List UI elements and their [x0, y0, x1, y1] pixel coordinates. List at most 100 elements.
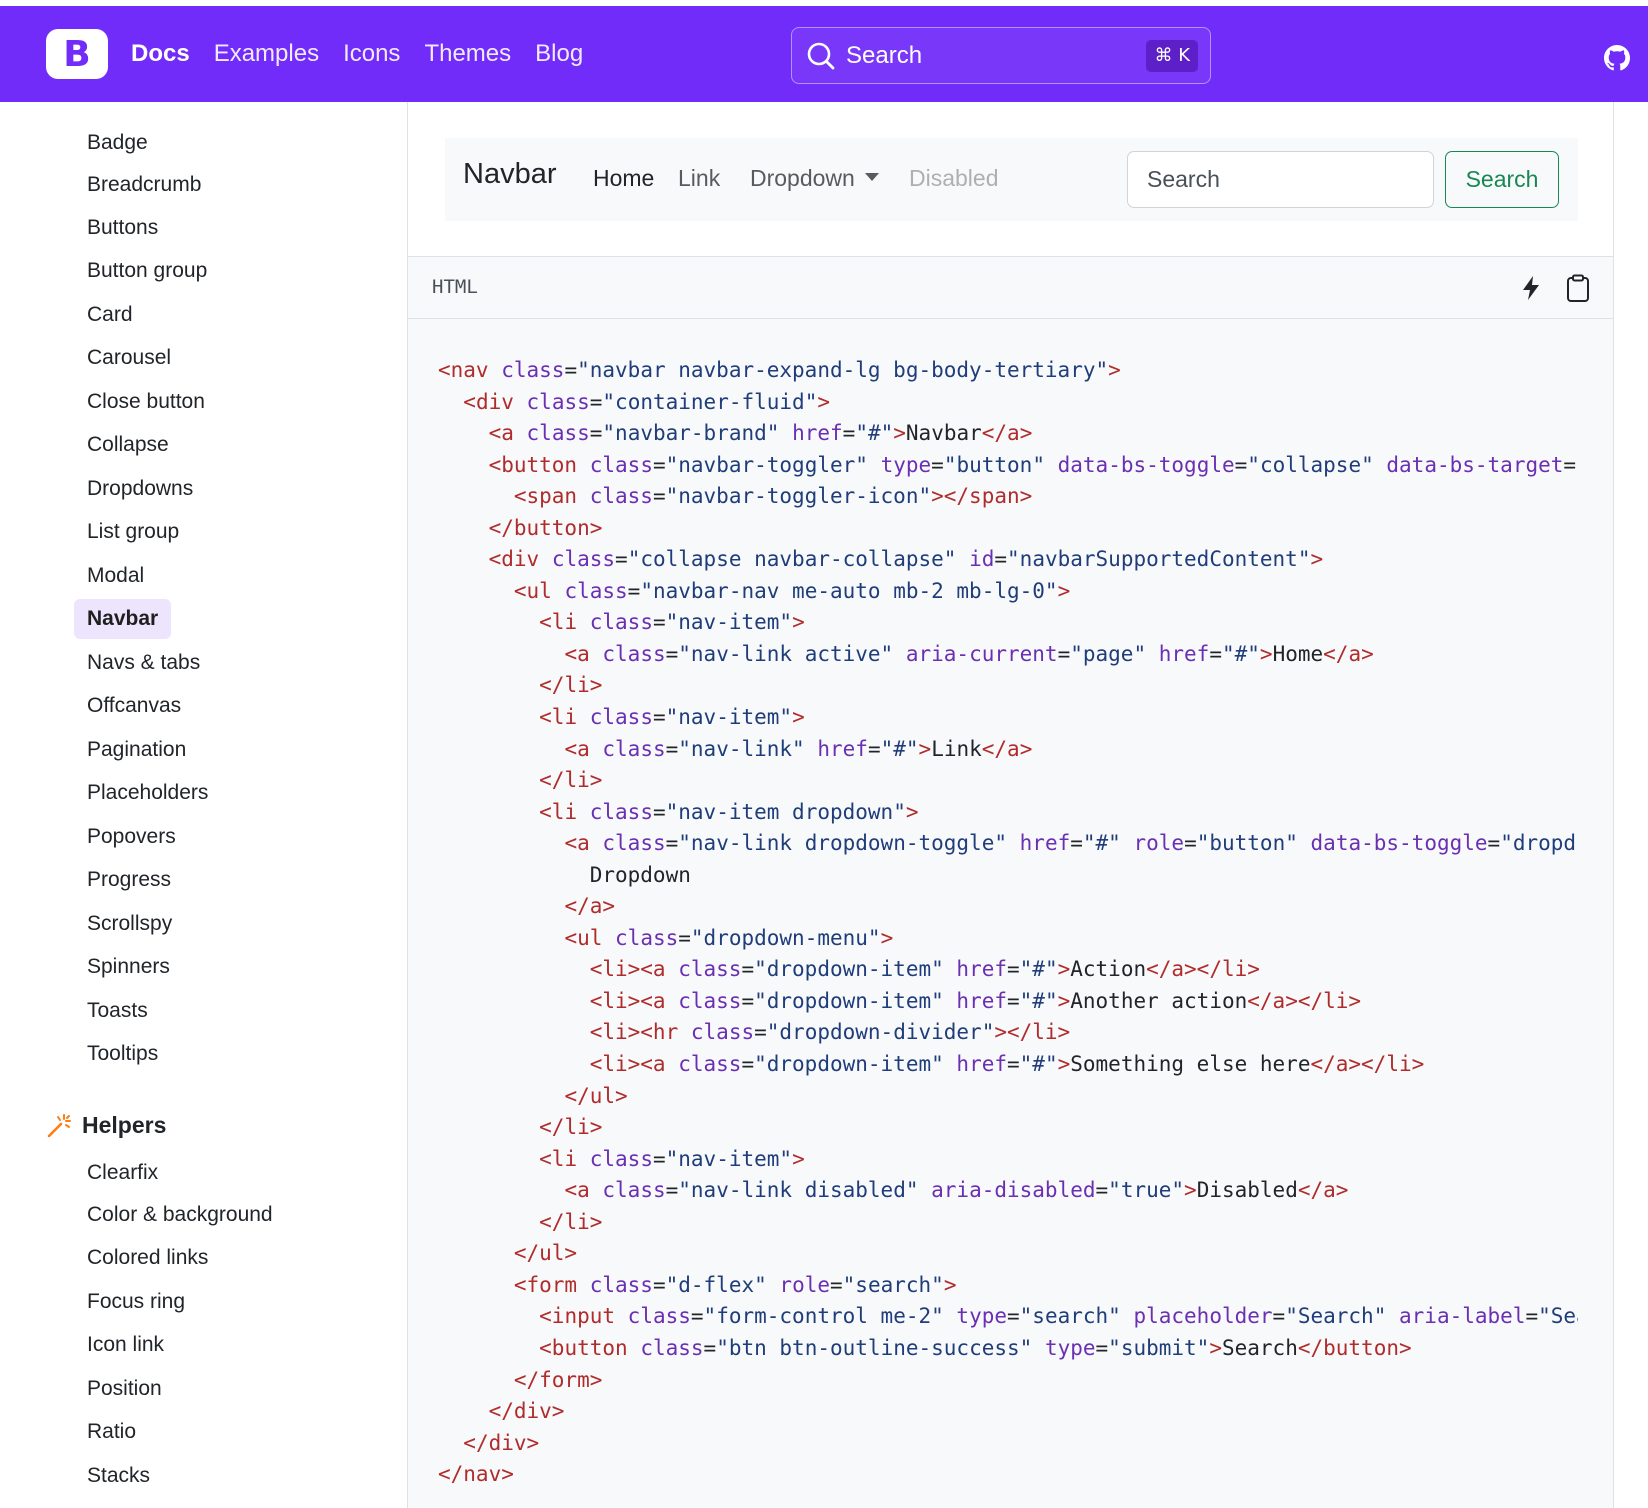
code-token: <button — [488, 452, 578, 477]
code-token: aria-label — [1399, 1304, 1526, 1329]
code-token: "#" — [855, 421, 894, 446]
code-token: "#" — [1019, 988, 1058, 1013]
sidebar-item-placeholders[interactable]: Placeholders — [74, 773, 221, 813]
code-line: </ul> — [438, 1238, 1578, 1270]
sidebar-item-icon-link[interactable]: Icon link — [74, 1325, 177, 1365]
demo-search-input[interactable] — [1127, 151, 1434, 208]
sidebar-item-navbar[interactable]: Navbar — [74, 599, 172, 639]
sidebar-item-list-group[interactable]: List group — [74, 512, 192, 552]
sidebar-item-close-button[interactable]: Close button — [74, 382, 218, 422]
github-icon[interactable] — [1604, 45, 1630, 71]
code-token: Something else here — [1070, 1052, 1311, 1077]
code-token: > — [893, 421, 906, 446]
code-token: class — [640, 1335, 704, 1360]
code-line: Dropdown — [438, 860, 1578, 892]
sidebar-item-offcanvas[interactable]: Offcanvas — [74, 686, 194, 726]
clipboard-icon[interactable] — [1566, 274, 1590, 302]
sidebar-item-collapse[interactable]: Collapse — [74, 425, 182, 465]
demo-navbar: Navbar Home Link Dropdown Disabled Searc… — [445, 138, 1578, 221]
nav-link-blog[interactable]: Blog — [535, 34, 583, 74]
sidebar-item-card[interactable]: Card — [74, 295, 146, 335]
code-token: = — [564, 358, 578, 382]
code-line: <li class="nav-item dropdown"> — [438, 797, 1578, 829]
demo-nav-link[interactable]: Link — [678, 165, 720, 192]
nav-link-docs[interactable]: Docs — [131, 34, 190, 74]
bootstrap-logo[interactable]: B — [46, 29, 108, 79]
nav-link-icons[interactable]: Icons — [343, 34, 400, 74]
sidebar-item-color-background[interactable]: Color & background — [74, 1195, 286, 1235]
code-token: = — [652, 452, 666, 477]
demo-nav-dropdown[interactable]: Dropdown — [750, 165, 879, 192]
sidebar-item-scrollspy[interactable]: Scrollspy — [74, 904, 185, 944]
code-token: <li><hr — [589, 1020, 679, 1045]
sidebar-item-tooltips[interactable]: Tooltips — [74, 1034, 171, 1074]
demo-nav-home[interactable]: Home — [593, 165, 654, 192]
code-token: <span — [513, 484, 578, 509]
sidebar-item-focus-ring[interactable]: Focus ring — [74, 1282, 198, 1322]
sidebar-item-stacks[interactable]: Stacks — [74, 1456, 163, 1496]
lightning-icon[interactable] — [1519, 275, 1543, 301]
demo-navbar-brand[interactable]: Navbar — [463, 158, 557, 191]
demo-search-button[interactable]: Search — [1445, 151, 1559, 208]
code-token: = — [994, 547, 1008, 572]
code-token: "navbar-brand" — [602, 421, 780, 446]
sidebar-item-modal[interactable]: Modal — [74, 556, 157, 596]
sidebar-item-dropdowns[interactable]: Dropdowns — [74, 469, 206, 509]
sidebar-item-breadcrumb[interactable]: Breadcrumb — [74, 165, 214, 205]
sidebar-item-ratio[interactable]: Ratio — [74, 1412, 149, 1452]
code-token: <a — [488, 421, 514, 446]
code-language-label: HTML — [432, 276, 478, 298]
sidebar-item-clearfix[interactable]: Clearfix — [74, 1153, 171, 1193]
sidebar-item-popovers[interactable]: Popovers — [74, 817, 189, 857]
nav-link-examples[interactable]: Examples — [214, 34, 319, 74]
code-token: data-bs-target — [1386, 452, 1564, 477]
sidebar-item-button-group[interactable]: Button group — [74, 251, 220, 291]
sidebar-item-carousel[interactable]: Carousel — [74, 338, 184, 378]
code-snippet-header: HTML — [407, 257, 1614, 319]
code-token: = — [690, 1304, 704, 1329]
code-line: </li> — [438, 670, 1578, 702]
code-token: <ul — [513, 578, 552, 603]
code-token: <div — [488, 547, 540, 572]
search-icon — [807, 42, 835, 69]
sidebar-item-spinners[interactable]: Spinners — [74, 947, 183, 987]
sidebar-item-buttons[interactable]: Buttons — [74, 208, 171, 248]
sidebar-item-navs-tabs[interactable]: Navs & tabs — [74, 643, 213, 683]
code-token: class — [564, 578, 628, 603]
code-token: = — [1070, 831, 1083, 856]
code-token: class — [627, 1304, 691, 1329]
code-token: "navbarSupportedContent" — [1007, 547, 1311, 572]
sidebar-item-progress[interactable]: Progress — [74, 860, 184, 900]
code-token: <a — [564, 1178, 590, 1203]
sidebar-item-position[interactable]: Position — [74, 1369, 175, 1409]
sidebar-item-pagination[interactable]: Pagination — [74, 730, 199, 770]
nav-link-themes[interactable]: Themes — [424, 34, 511, 74]
code-token: <li — [539, 799, 578, 824]
code-token: "dropdown-menu" — [690, 925, 881, 950]
sidebar-item-badge[interactable]: Badge — [74, 123, 161, 163]
code-line: </li> — [438, 1112, 1578, 1144]
sidebar-item-colored-links[interactable]: Colored links — [74, 1238, 221, 1278]
code-token: > — [1057, 578, 1071, 603]
docs-search-button[interactable]: Search ⌘ K — [791, 27, 1211, 84]
docs-search-label: Search — [846, 41, 923, 69]
sidebar-item-toasts[interactable]: Toasts — [74, 991, 161, 1031]
code-token: > — [1259, 641, 1273, 666]
